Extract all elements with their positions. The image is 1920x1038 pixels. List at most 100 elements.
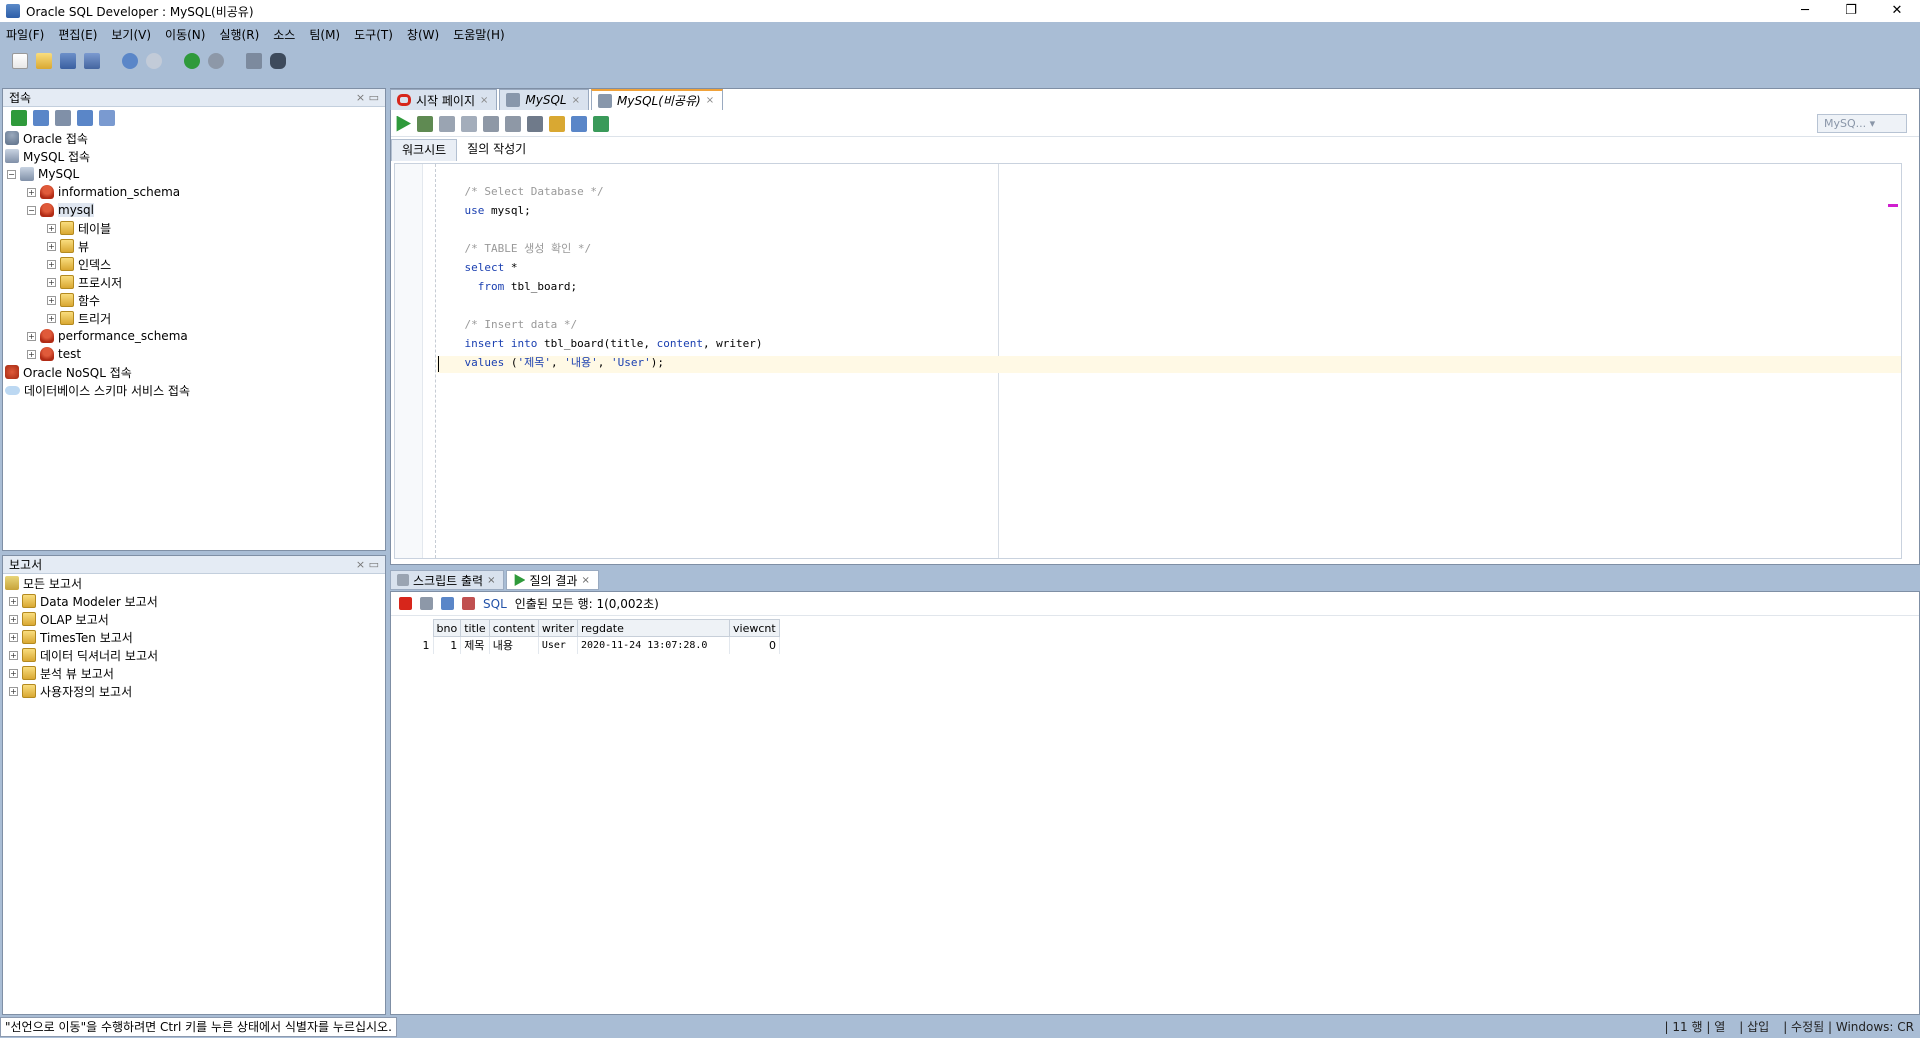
undo-icon[interactable] [122, 53, 138, 69]
run-statement-icon[interactable] [396, 115, 411, 132]
tab-script-output[interactable]: 스크립트 출력 × [390, 570, 505, 590]
format-icon[interactable] [593, 115, 609, 132]
pane-minimize-icon[interactable]: × ▭ [356, 558, 379, 571]
restore-button[interactable]: ❐ [1828, 0, 1874, 22]
expand-toggle[interactable]: + [27, 331, 36, 341]
filter-icon[interactable] [55, 110, 71, 126]
expand-toggle[interactable]: + [47, 295, 56, 305]
expand-toggle[interactable]: + [47, 277, 56, 287]
expand-toggle[interactable]: + [47, 223, 56, 233]
explain-plan-icon[interactable] [483, 115, 499, 132]
expand-toggle[interactable]: + [27, 349, 36, 359]
column-header-bno[interactable]: bno [432, 619, 462, 637]
run-script-icon[interactable] [417, 115, 433, 132]
menu-view[interactable]: 보기(V) [111, 26, 151, 43]
tree-item-tables[interactable]: + 테이블 [3, 219, 385, 237]
commit-icon[interactable] [439, 115, 455, 132]
pane-minimize-icon[interactable]: × ▭ [356, 91, 379, 104]
history-icon[interactable] [571, 115, 587, 132]
tab-worksheet[interactable]: 워크시트 [391, 139, 458, 161]
expand-toggle[interactable]: + [47, 241, 56, 251]
tree-item-mysql[interactable]: − MySQL [3, 165, 385, 183]
menu-help[interactable]: 도움말(H) [453, 26, 505, 43]
tree-item-procedures[interactable]: + 프로시저 [3, 273, 385, 291]
schema-browser-icon[interactable] [77, 110, 93, 126]
print-icon[interactable] [420, 597, 433, 610]
column-header-writer[interactable]: writer [537, 619, 579, 637]
add-connection-icon[interactable] [11, 110, 27, 126]
collapse-toggle[interactable]: − [27, 205, 36, 215]
expand-toggle[interactable]: + [9, 596, 18, 606]
tab-start-page[interactable]: 시작 페이지 × [390, 89, 498, 110]
connection-select[interactable]: MySQ... ▾ [1817, 114, 1907, 133]
close-tab-icon[interactable]: × [706, 95, 714, 106]
cell-viewcnt[interactable]: 0 [729, 636, 781, 654]
cell-bno[interactable]: 1 [433, 636, 462, 654]
expand-toggle[interactable]: + [9, 614, 18, 624]
column-header-content[interactable]: content [488, 619, 539, 637]
tree-item-information-schema[interactable]: + information_schema [3, 183, 385, 201]
pin-icon[interactable] [399, 597, 412, 610]
table-row[interactable]: 1 1 제목 내용 User 2020-11-24 13:07:28.0 0 [391, 636, 781, 654]
cell-regdate[interactable]: 2020-11-24 13:07:28.0 [577, 636, 731, 654]
column-header-regdate[interactable]: regdate [577, 619, 731, 637]
redo-icon[interactable] [146, 53, 162, 69]
open-folder-icon[interactable] [36, 53, 52, 69]
error-marker[interactable] [1888, 204, 1898, 207]
back-icon[interactable] [184, 53, 200, 69]
column-header-viewcnt[interactable]: viewcnt [729, 619, 781, 637]
report-user-defined[interactable]: + 사용자정의 보고서 [3, 682, 385, 700]
report-all[interactable]: 모든 보고서 [3, 574, 385, 592]
collapse-all-icon[interactable] [99, 110, 115, 126]
db-connection-icon[interactable] [246, 53, 262, 69]
tree-item-functions[interactable]: + 함수 [3, 291, 385, 309]
tree-item-nosql[interactable]: Oracle NoSQL 접속 [3, 363, 385, 381]
expand-toggle[interactable]: + [9, 632, 18, 642]
menu-team[interactable]: 팀(M) [309, 26, 340, 43]
cell-writer[interactable]: User [538, 636, 579, 654]
save-icon[interactable] [60, 53, 76, 69]
menu-run[interactable]: 실행(R) [219, 26, 259, 43]
expand-toggle[interactable]: + [47, 313, 56, 323]
expand-toggle[interactable]: + [27, 187, 36, 197]
expand-toggle[interactable]: + [47, 259, 56, 269]
menu-tools[interactable]: 도구(T) [354, 26, 393, 43]
cell-content[interactable]: 내용 [489, 636, 539, 654]
report-data-modeler[interactable]: + Data Modeler 보고서 [3, 592, 385, 610]
binoculars-icon[interactable] [270, 53, 286, 69]
expand-toggle[interactable]: + [9, 686, 18, 696]
close-tab-icon[interactable]: × [480, 95, 488, 106]
tree-item-indexes[interactable]: + 인덱스 [3, 255, 385, 273]
menu-source[interactable]: 소스 [273, 26, 295, 43]
collapse-toggle[interactable]: − [7, 169, 16, 179]
minimize-button[interactable]: ─ [1782, 0, 1828, 22]
report-analytic-view[interactable]: + 분석 뷰 보고서 [3, 664, 385, 682]
tab-mysql[interactable]: MySQL × [499, 89, 589, 110]
result-grid[interactable]: bno title content writer regdate viewcnt… [391, 619, 781, 654]
close-window-button[interactable]: ✕ [1874, 0, 1920, 22]
autotrace-icon[interactable] [505, 115, 521, 132]
forward-icon[interactable] [208, 53, 224, 69]
tree-item-triggers[interactable]: + 트리거 [3, 309, 385, 327]
tab-query-result[interactable]: 질의 결과 × [506, 570, 599, 590]
menu-window[interactable]: 창(W) [407, 26, 439, 43]
menu-file[interactable]: 파일(F) [6, 26, 44, 43]
tree-item-schema-service[interactable]: 데이터베이스 스키마 서비스 접속 [3, 381, 385, 399]
column-header-title[interactable]: title [460, 619, 490, 637]
tab-mysql-unshared[interactable]: MySQL(비공유) × [591, 89, 724, 110]
tab-query-builder[interactable]: 질의 작성기 [457, 139, 536, 161]
expand-toggle[interactable]: + [9, 650, 18, 660]
refresh-icon[interactable] [33, 110, 49, 126]
cell-title[interactable]: 제목 [460, 636, 490, 654]
tree-item-views[interactable]: + 뷰 [3, 237, 385, 255]
menu-navigate[interactable]: 이동(N) [165, 26, 205, 43]
close-tab-icon[interactable]: × [487, 575, 495, 586]
new-file-icon[interactable] [12, 53, 28, 69]
tree-item-test[interactable]: + test [3, 345, 385, 363]
tree-item-mysql-connections[interactable]: MySQL 접속 [3, 147, 385, 165]
tree-item-mysql-db[interactable]: − mysql [3, 201, 385, 219]
eraser-icon[interactable] [549, 115, 565, 132]
refresh-icon[interactable] [441, 597, 454, 610]
tree-item-oracle[interactable]: Oracle 접속 [3, 129, 385, 147]
save-all-icon[interactable] [84, 53, 100, 69]
